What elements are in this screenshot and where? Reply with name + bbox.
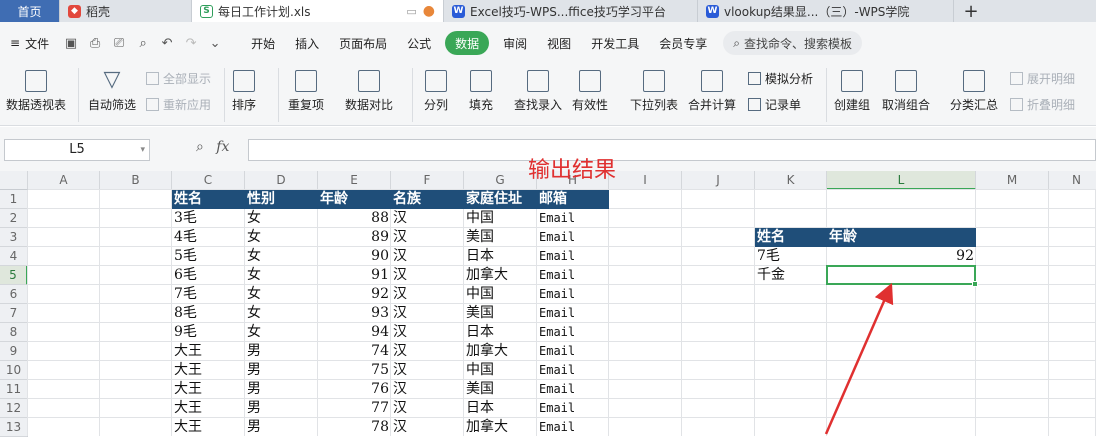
table-cell[interactable]: 男 [245,361,318,380]
table-cell[interactable]: Email [537,247,609,266]
lookup-header-cell[interactable]: 姓名 [755,228,827,247]
table-cell[interactable]: 男 [245,380,318,399]
table-cell[interactable]: 76 [318,380,391,399]
table-header-cell[interactable]: 邮箱 [537,190,609,209]
lookup-name-cell[interactable]: 千金 [755,266,827,285]
table-cell[interactable]: Email [537,323,609,342]
table-cell[interactable]: 77 [318,399,391,418]
table-cell[interactable]: 汉 [391,304,464,323]
table-cell[interactable]: 7毛 [172,285,245,304]
table-cell[interactable]: 75 [318,361,391,380]
table-header-cell[interactable]: 家庭住址 [464,190,537,209]
table-cell[interactable]: 93 [318,304,391,323]
table-cell[interactable]: 6毛 [172,266,245,285]
table-cell[interactable]: 汉 [391,342,464,361]
table-cell[interactable]: Email [537,209,609,228]
table-cell[interactable]: 8毛 [172,304,245,323]
table-cell[interactable]: 汉 [391,361,464,380]
table-cell[interactable]: 男 [245,418,318,437]
table-cell[interactable]: 大王 [172,361,245,380]
table-cell[interactable]: 汉 [391,228,464,247]
table-cell[interactable]: 女 [245,285,318,304]
table-cell[interactable]: 9毛 [172,323,245,342]
table-cell[interactable]: 汉 [391,247,464,266]
table-cell[interactable]: 大王 [172,380,245,399]
table-header-cell[interactable]: 姓名 [172,190,245,209]
table-cell[interactable]: 91 [318,266,391,285]
table-cell[interactable]: Email [537,304,609,323]
table-cell[interactable]: 5毛 [172,247,245,266]
table-cell[interactable]: Email [537,285,609,304]
table-cell[interactable]: 88 [318,209,391,228]
table-cell[interactable]: Email [537,399,609,418]
table-cell[interactable]: Email [537,342,609,361]
table-header-cell[interactable]: 名族 [391,190,464,209]
table-cell[interactable]: Email [537,380,609,399]
table-cell[interactable]: 78 [318,418,391,437]
table-cell[interactable]: 中国 [464,285,537,304]
table-cell[interactable]: 汉 [391,380,464,399]
table-cell[interactable]: 加拿大 [464,342,537,361]
table-cell[interactable]: 大王 [172,399,245,418]
table-cell[interactable]: 女 [245,228,318,247]
table-cell[interactable]: 女 [245,266,318,285]
table-cell[interactable]: 汉 [391,285,464,304]
table-cell[interactable]: 汉 [391,399,464,418]
table-cell[interactable]: 加拿大 [464,266,537,285]
table-cell[interactable]: 90 [318,247,391,266]
table-cell[interactable]: 女 [245,323,318,342]
lookup-name-cell[interactable]: 7毛 [755,247,827,266]
table-cell[interactable]: 女 [245,209,318,228]
table-cell[interactable]: 4毛 [172,228,245,247]
annotation-output-result: 输出结果 [528,158,617,183]
table-cell[interactable]: 89 [318,228,391,247]
table-header-cell[interactable]: 年龄 [318,190,391,209]
table-cell[interactable]: 中国 [464,361,537,380]
table-cell[interactable]: 女 [245,304,318,323]
table-cell[interactable]: 大王 [172,342,245,361]
table-cell[interactable]: 男 [245,399,318,418]
table-cell[interactable]: 女 [245,247,318,266]
table-cell[interactable]: 汉 [391,323,464,342]
table-cell[interactable]: 日本 [464,323,537,342]
table-cell[interactable]: 汉 [391,209,464,228]
table-cell[interactable]: 3毛 [172,209,245,228]
table-cell[interactable]: Email [537,266,609,285]
table-cell[interactable]: 日本 [464,399,537,418]
table-cell[interactable]: 美国 [464,304,537,323]
table-cell[interactable]: 美国 [464,380,537,399]
table-cell[interactable]: 汉 [391,418,464,437]
lookup-header-cell[interactable]: 年龄 [827,228,976,247]
table-cell[interactable]: 中国 [464,209,537,228]
table-cell[interactable]: Email [537,418,609,437]
fill-handle[interactable] [972,281,978,287]
table-cell[interactable]: 74 [318,342,391,361]
table-cell[interactable]: 男 [245,342,318,361]
table-header-cell[interactable]: 性别 [245,190,318,209]
table-cell[interactable]: 94 [318,323,391,342]
table-cell[interactable]: 加拿大 [464,418,537,437]
table-cell[interactable]: 美国 [464,228,537,247]
lookup-age-cell[interactable]: 92 [827,247,976,266]
table-cell[interactable]: 汉 [391,266,464,285]
table-cell[interactable]: 日本 [464,247,537,266]
table-cell[interactable]: 92 [318,285,391,304]
table-cell[interactable]: Email [537,361,609,380]
table-cell[interactable]: Email [537,228,609,247]
table-cell[interactable]: 大王 [172,418,245,437]
active-cell-L5[interactable] [826,265,976,285]
